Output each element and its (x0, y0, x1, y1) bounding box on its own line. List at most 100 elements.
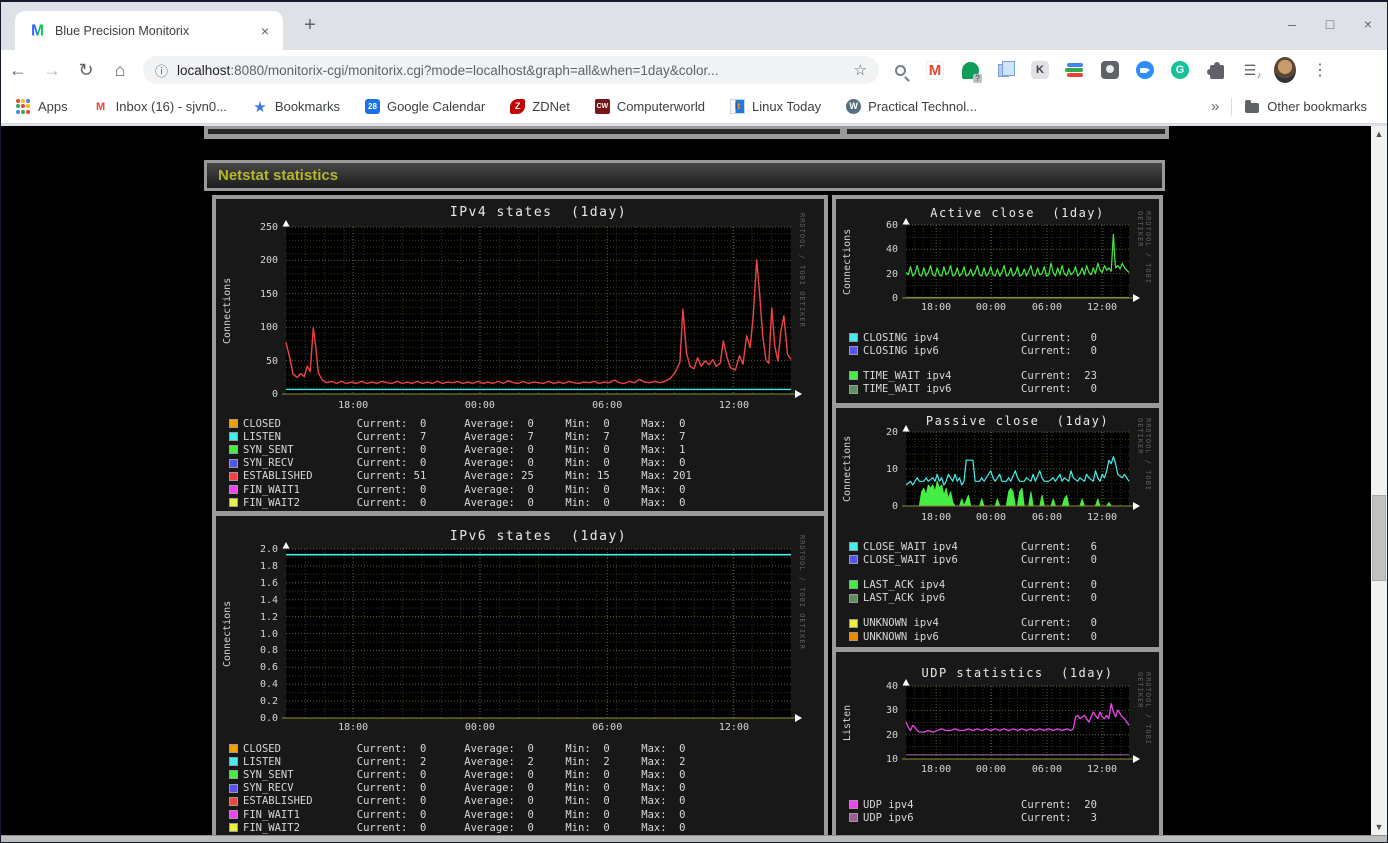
legend-row: UNKNOWN ipv6 Current: 0 (849, 630, 1157, 643)
bookmarks-overflow-icon[interactable]: » (1211, 98, 1219, 115)
person-extension-icon[interactable] (1099, 59, 1121, 81)
legend-text: TIME_WAIT ipv6 Current: 0 (863, 383, 1097, 396)
chart-legend: CLOSED Current: 0 Average: 0 Min: 0 Max:… (229, 417, 822, 509)
search-extension-icon[interactable] (889, 59, 911, 81)
forward-button[interactable]: → (35, 60, 69, 81)
window-bottom-edge (1, 835, 1387, 842)
rrdtool-credit: RRDTOOL / TOBI OETIKER (798, 213, 806, 328)
chart-passive-close[interactable]: Passive close (1day) Connections RRDTOOL… (836, 408, 1159, 647)
browser-menu-icon[interactable]: ⋮ (1309, 59, 1331, 81)
scrollbar-down-arrow[interactable]: ▼ (1371, 819, 1387, 835)
legend-row: SYN_RECV Current: 0 Average: 0 Min: 0 Ma… (229, 782, 822, 795)
plot-area[interactable] (902, 218, 1140, 302)
legend-swatch (229, 770, 238, 780)
scrollbar-thumb[interactable] (1372, 495, 1386, 581)
legend-text: CLOSING ipv4 Current: 0 (863, 331, 1097, 344)
bookmark-apps[interactable]: Apps (15, 98, 68, 115)
bookmark-label: Inbox (16) - sjvn0... (115, 99, 227, 114)
legend-text: LAST_ACK ipv6 Current: 0 (863, 592, 1097, 605)
legend-row: FIN_WAIT1 Current: 0 Average: 0 Min: 0 M… (229, 808, 822, 821)
bookmarks-divider (1231, 97, 1233, 116)
url-host: localhost (177, 62, 231, 78)
bookmarks-bar: Apps M Inbox (16) - sjvn0... ★ Bookmarks… (1, 90, 1387, 124)
gmail-extension-icon[interactable]: M (924, 59, 946, 81)
legend-text: TIME_WAIT ipv4 Current: 23 (863, 369, 1097, 382)
legend-text: CLOSED Current: 0 Average: 0 Min: 0 Max:… (243, 742, 686, 755)
computerworld-icon: CW (594, 99, 610, 114)
legend-swatch (849, 813, 858, 823)
playlist-extension-icon[interactable]: ☰ (1239, 59, 1261, 81)
extension-icons: M K G ☰ ⋮ (889, 57, 1331, 83)
rrdtool-credit: RRDTOOL / TOBI OETIKER (1136, 418, 1152, 492)
plot-area[interactable] (902, 679, 1140, 763)
k-extension-icon[interactable]: K (1029, 59, 1051, 81)
bookmark-google-calendar[interactable]: 28 Google Calendar (364, 99, 485, 114)
tab-close-icon[interactable]: × (257, 23, 273, 39)
legend-swatch (849, 555, 858, 565)
legend-row: ESTABLISHED Current: 51 Average: 25 Min:… (229, 470, 822, 483)
legend-text: FIN_WAIT1 Current: 0 Average: 0 Min: 0 M… (243, 808, 686, 821)
legend-text: SYN_SENT Current: 0 Average: 0 Min: 0 Ma… (243, 443, 686, 456)
legend-row: FIN_WAIT2 Current: 0 Average: 0 Min: 0 M… (229, 821, 822, 834)
legend-swatch (849, 632, 858, 642)
copy-pages-extension-icon[interactable] (994, 59, 1016, 81)
home-button[interactable]: ⌂ (103, 60, 137, 81)
legend-swatch (849, 371, 858, 381)
chart-udp-statistics[interactable]: UDP statistics (1day) Listen RRDTOOL / T… (836, 652, 1159, 835)
back-button[interactable]: ← (1, 60, 35, 81)
puzzle-extensions-icon[interactable] (1204, 59, 1226, 81)
legend-row: LISTEN Current: 7 Average: 7 Min: 7 Max:… (229, 430, 822, 443)
grammarly-extension-icon[interactable]: G (1169, 59, 1191, 81)
rrdtool-credit: RRDTOOL / TOBI OETIKER (1136, 211, 1152, 285)
window-close-button[interactable]: × (1361, 16, 1375, 32)
url-text[interactable]: localhost:8080/monitorix-cgi/monitorix.c… (177, 63, 854, 78)
browser-tab[interactable]: M Blue Precision Monitorix × (15, 11, 283, 50)
chart-title: Active close (1day) (930, 206, 1105, 220)
bookmark-computerworld[interactable]: CW Computerworld (594, 99, 705, 114)
legend-row: CLOSED Current: 0 Average: 0 Min: 0 Max:… (229, 742, 822, 755)
legend-swatch (849, 593, 858, 603)
reload-button[interactable]: ↻ (69, 60, 103, 81)
legend-swatch (229, 485, 238, 495)
previous-section-bottom (204, 126, 1169, 139)
legend-row: CLOSING ipv4 Current: 0 (849, 331, 1157, 344)
window-minimize-button[interactable]: – (1285, 16, 1299, 32)
plot-area[interactable] (282, 220, 802, 398)
plot-area[interactable] (282, 542, 802, 722)
legend-swatch (849, 580, 858, 590)
legend-row: UDP ipv4 Current: 20 (849, 798, 1157, 811)
site-info-icon[interactable]: ⓘ (155, 61, 168, 80)
chat-extension-icon[interactable] (959, 59, 981, 81)
linux-today-icon: lt (729, 99, 745, 114)
chart-ipv6-states[interactable]: IPv6 states (1day) Connections RRDTOOL /… (216, 516, 824, 835)
chart-active-close[interactable]: Active close (1day) Connections RRDTOOL … (836, 199, 1159, 403)
new-tab-button[interactable]: + (297, 14, 323, 37)
legend-row: SYN_SENT Current: 0 Average: 0 Min: 0 Ma… (229, 443, 822, 456)
vertical-scrollbar[interactable]: ▲ ▼ (1371, 126, 1387, 835)
other-bookmarks[interactable]: Other bookmarks (1244, 99, 1367, 115)
bookmark-inbox[interactable]: M Inbox (16) - sjvn0... (93, 99, 227, 115)
rrdtool-credit: RRDTOOL / TOBI OETIKER (1136, 672, 1152, 746)
gmail-icon: M (96, 100, 106, 113)
bookmark-bookmarks[interactable]: ★ Bookmarks (252, 99, 340, 116)
zdnet-icon: Z (510, 99, 526, 114)
bookmark-linux-today[interactable]: lt Linux Today (729, 99, 821, 114)
legend-row: SYN_RECV Current: 0 Average: 0 Min: 0 Ma… (229, 457, 822, 470)
bookmark-practical-technology[interactable]: W Practical Technol... (846, 99, 977, 114)
video-camera-extension-icon[interactable] (1134, 59, 1156, 81)
bookmark-zdnet[interactable]: Z ZDNet (510, 99, 570, 114)
scrollbar-up-arrow[interactable]: ▲ (1371, 126, 1387, 142)
legend-row: UDP ipv6 Current: 3 (849, 811, 1157, 824)
chart-ipv4-states[interactable]: IPv4 states (1day) Connections RRDTOOL /… (216, 199, 824, 511)
address-bar[interactable]: ⓘ localhost:8080/monitorix-cgi/monitorix… (143, 56, 879, 84)
legend-row: TIME_WAIT ipv6 Current: 0 (849, 383, 1157, 396)
legend-swatch (229, 419, 238, 429)
bookmark-label: Apps (38, 99, 68, 114)
books-extension-icon[interactable] (1064, 59, 1086, 81)
profile-avatar[interactable] (1274, 57, 1296, 83)
bookmark-star-icon[interactable]: ☆ (854, 61, 867, 79)
legend-text: UDP ipv6 Current: 3 (863, 811, 1097, 824)
window-maximize-button[interactable]: □ (1323, 16, 1337, 32)
plot-area[interactable] (902, 425, 1140, 510)
legend-swatch (849, 346, 858, 356)
